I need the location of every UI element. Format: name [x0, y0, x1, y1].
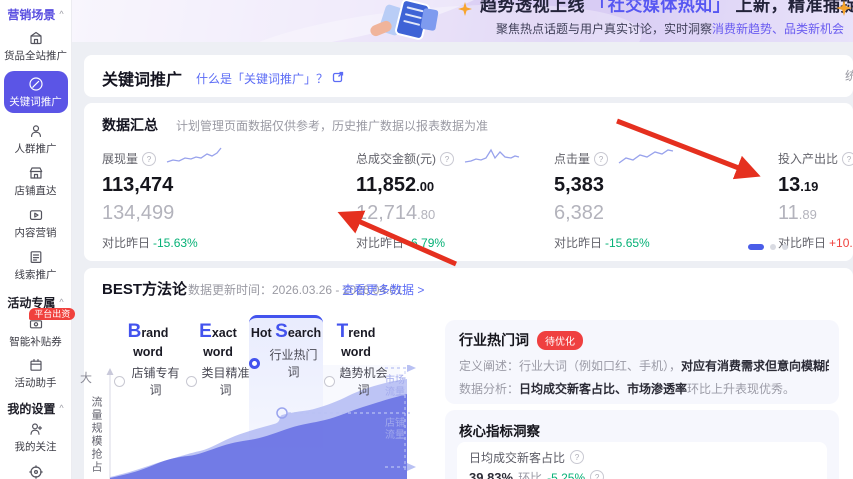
- core-metric-value: 39.83%: [469, 470, 514, 479]
- target-icon: [28, 465, 43, 479]
- tab-exact-word[interactable]: Exact word 类目精准词: [186, 321, 250, 398]
- metric-compare: 对比昨日+10.93%: [778, 236, 853, 250]
- sidebar-item-follow[interactable]: 我的关注: [15, 421, 57, 454]
- shop-icon: [29, 167, 42, 179]
- sparkline: [618, 149, 674, 164]
- series-label-market-traffic: 市场流量: [385, 375, 405, 398]
- sidebar-section-settings[interactable]: 我的设置 ^: [7, 400, 63, 416]
- tab-hot-search[interactable]: Hot Search 行业热门词: [249, 321, 323, 380]
- clipped-stats-text: 统: [845, 69, 853, 83]
- ring-change: -5.25%: [547, 470, 586, 479]
- metric-clicks: 点击量? 5,383 6,382 对比昨日 -15.65%: [554, 143, 789, 251]
- radio-icon[interactable]: [114, 375, 125, 387]
- metric-prev-value: 11.89: [778, 202, 817, 224]
- carousel-dot-active[interactable]: [748, 244, 764, 250]
- sidebar-item-leads[interactable]: 线索推广: [15, 249, 57, 282]
- tab-brand-word[interactable]: Brand word 店铺专有词: [114, 321, 182, 398]
- sidebar-item-shop-direct[interactable]: 店铺直达: [15, 165, 57, 198]
- definition-line: 定义阐述：行业大词（例如口红、手机），对应有消费需求但意向模糊的人群，拉新效果显…: [459, 359, 829, 373]
- sidebar-item-auto-rules[interactable]: 自动规则: [15, 464, 57, 479]
- data-analysis-line: 数据分析：日均成交新客占比、市场渗透率环比上升表现优秀。: [459, 382, 796, 396]
- to-optimize-badge: 待优化: [537, 330, 583, 350]
- sidebar-item-subsidy[interactable]: 平台出资 智能补贴券: [9, 308, 76, 349]
- radio-checked-icon[interactable]: [249, 357, 260, 369]
- sidebar: 营销场景 ^ 货品全站推广 关键词推广 人群推广 店铺直达 内容营销 线索推广: [0, 0, 76, 479]
- promo-banner[interactable]: 趋势透视上线 「社交媒体热知」 上新，精准捕捉 聚焦热点话题与用户真实讨论，实时…: [72, 0, 853, 42]
- help-icon[interactable]: ?: [440, 152, 454, 166]
- phone-illustration: [364, 0, 444, 41]
- sparkle-icon: [836, 0, 852, 16]
- platform-funded-badge: 平台出资: [29, 308, 76, 320]
- chevron-up-icon: ^: [59, 9, 64, 19]
- view-more-data-link[interactable]: 查看更多数据 >: [342, 281, 424, 298]
- banner-headline: 趋势透视上线 「社交媒体热知」 上新，精准捕捉: [480, 0, 853, 15]
- person-plus-icon: [29, 423, 42, 435]
- banner-subline: 聚焦热点话题与用户真实讨论，实时洞察消费新趋势、品类新机会: [496, 22, 845, 36]
- help-icon[interactable]: ?: [842, 152, 853, 166]
- metric-value: 13.19: [778, 174, 819, 196]
- metric-value: 5,383: [554, 174, 605, 196]
- sidebar-item-audience[interactable]: 人群推广: [15, 123, 57, 156]
- what-is-keyword-link[interactable]: 什么是「关键词推广」？: [196, 70, 344, 87]
- store-icon: [29, 31, 42, 45]
- pen-icon: [28, 77, 43, 91]
- carousel-dots: [748, 244, 788, 250]
- carousel-dot[interactable]: [782, 244, 788, 250]
- page-title: 关键词推广: [102, 72, 183, 89]
- chevron-up-icon: ^: [59, 297, 64, 307]
- help-icon[interactable]: ?: [570, 450, 585, 464]
- metric-prev-value: 134,499: [102, 202, 175, 224]
- panel-title: 核心指标洞察: [459, 424, 540, 439]
- sidebar-item-helper[interactable]: 活动助手: [15, 357, 57, 390]
- metric-prev-value: 6,382: [554, 202, 605, 224]
- metric-compare: 对比昨日 -15.63%: [102, 236, 198, 250]
- panel-title: 行业热门词: [459, 332, 529, 348]
- series-label-shop-traffic: 店铺流量: [385, 418, 405, 441]
- video-play-icon: [29, 210, 42, 221]
- app-window: 营销场景 ^ 货品全站推广 关键词推广 人群推广 店铺直达 内容营销 线索推广: [0, 0, 853, 479]
- person-icon: [30, 125, 41, 137]
- sparkline: [166, 147, 222, 163]
- best-title: BEST方法论: [102, 281, 188, 298]
- page-header-card: 关键词推广 什么是「关键词推广」？: [84, 55, 853, 97]
- radio-icon[interactable]: [186, 375, 197, 387]
- radio-icon[interactable]: [324, 375, 335, 387]
- help-icon[interactable]: ?: [594, 152, 609, 166]
- help-icon[interactable]: ?: [142, 152, 157, 166]
- core-metric-card: 日均成交新客占比? 39.83%环比-5.25%? 同行同层均值 34.34%: [457, 442, 827, 479]
- tab-trend-word[interactable]: Trend word 趋势机会词: [324, 321, 388, 398]
- clipboard-icon: [30, 251, 41, 264]
- metric-roi: 投入产出比? 13.19 11.89 对比昨日+10.93%: [778, 143, 853, 251]
- chevron-up-icon: ^: [59, 403, 64, 413]
- y-axis-label: 流量规模抢占: [90, 396, 102, 474]
- summary-note: 计划管理页面数据仅供参考，历史推广数据以报表数据为准: [176, 119, 489, 133]
- axis-max-label: 大: [80, 371, 93, 385]
- best-methodology-card: BEST方法论 数据更新时间：2026.03.26 - 2026.04.01 查…: [80, 268, 853, 479]
- sparkline: [464, 148, 520, 163]
- sidebar-item-fullsite[interactable]: 货品全站推广: [4, 30, 67, 63]
- external-link-icon: [332, 71, 344, 86]
- metric-impressions: 展现量? 113,474 134,499 对比昨日 -15.63%: [102, 143, 337, 251]
- calendar-icon: [29, 359, 42, 371]
- data-summary-card: 数据汇总 计划管理页面数据仅供参考，历史推广数据以报表数据为准 展现量? 113…: [84, 103, 853, 261]
- industry-hot-word-panel: 行业热门词 待优化 定义阐述：行业大词（例如口红、手机），对应有消费需求但意向模…: [445, 320, 839, 404]
- sidebar-item-content[interactable]: 内容营销: [15, 207, 57, 240]
- core-metrics-panel: 核心指标洞察 日均成交新客占比? 39.83%环比-5.25%? 同行同层均值 …: [445, 410, 839, 479]
- sparkle-icon: [458, 2, 472, 16]
- sidebar-section-marketing[interactable]: 营销场景 ^: [7, 6, 63, 22]
- summary-title: 数据汇总: [102, 117, 158, 133]
- help-icon[interactable]: ?: [590, 470, 605, 479]
- carousel-dot[interactable]: [770, 244, 776, 250]
- sidebar-item-keyword[interactable]: 关键词推广: [3, 71, 68, 113]
- metric-value: 113,474: [102, 174, 174, 196]
